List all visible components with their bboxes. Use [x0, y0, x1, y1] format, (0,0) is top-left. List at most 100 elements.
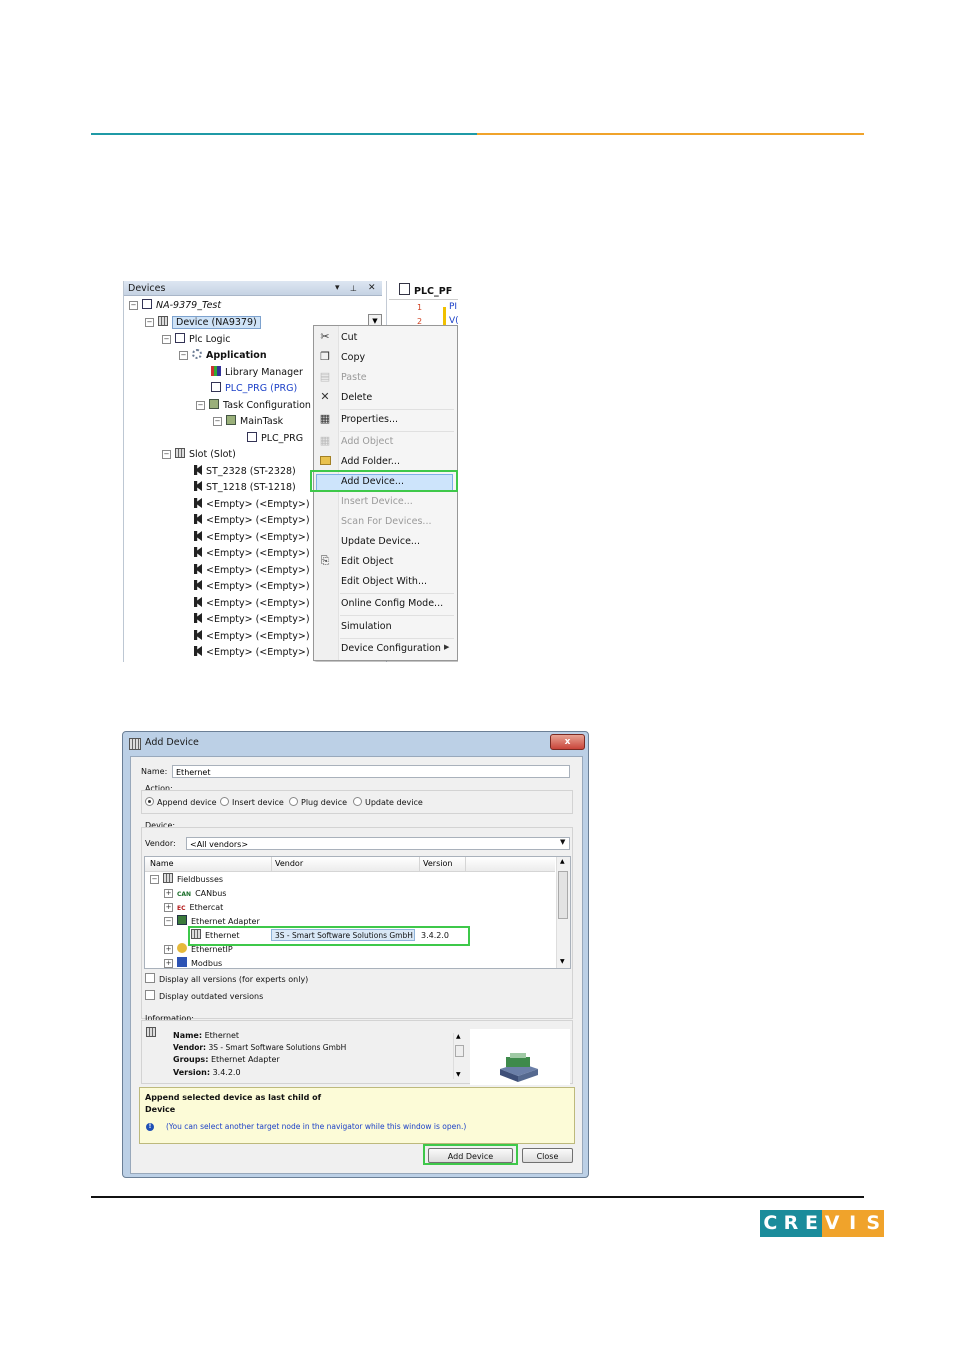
column-header-version[interactable]: Version [423, 857, 452, 871]
tree-node-slot-item[interactable]: <Empty> (<Empty>) [194, 645, 310, 660]
tree-node-slot[interactable]: − Slot (Slot) [162, 447, 236, 462]
tree-node-slot-item[interactable]: <Empty> (<Empty>) [194, 579, 310, 594]
edit-object-icon: ⎘ [320, 554, 330, 567]
tree-node-task-configuration[interactable]: − Task Configuration [196, 398, 311, 413]
radio-append-device[interactable]: Append device [145, 797, 217, 807]
program-call-icon [247, 432, 257, 442]
tree-node-task-plc-prg[interactable]: PLC_PRG [247, 431, 303, 446]
tree-node-slot-item[interactable]: <Empty> (<Empty>) [194, 546, 310, 561]
checkbox[interactable] [145, 990, 155, 1000]
collapse-icon[interactable]: − [162, 450, 171, 459]
device-illustration-icon [500, 1053, 538, 1082]
vendor-select[interactable]: <All vendors> [186, 837, 570, 850]
expand-icon[interactable]: + [164, 903, 173, 912]
close-button[interactable]: Close [522, 1148, 573, 1163]
collapse-icon[interactable]: − [196, 401, 205, 410]
column-divider [465, 857, 466, 871]
expand-icon[interactable]: + [164, 959, 173, 968]
collapse-icon[interactable]: − [129, 301, 138, 310]
radio-insert-device[interactable]: Insert device [220, 797, 284, 807]
empty-slot-icon [194, 613, 202, 623]
code-line[interactable]: PI [449, 302, 457, 312]
menu-item-simulation[interactable]: Simulation [341, 620, 392, 634]
scroll-thumb[interactable] [455, 1045, 464, 1057]
scroll-down-icon[interactable]: ▼ [456, 1071, 461, 1078]
tree-node-slot-item[interactable]: <Empty> (<Empty>) [194, 513, 310, 528]
collapse-icon[interactable]: − [145, 318, 154, 327]
collapse-icon[interactable]: − [150, 875, 159, 884]
checkbox[interactable] [145, 973, 155, 983]
scroll-up-icon[interactable]: ▲ [560, 858, 565, 865]
tree-label: Library Manager [225, 367, 303, 378]
tree-label: Application [206, 350, 267, 361]
radio-button[interactable] [145, 797, 154, 806]
menu-item-cut[interactable]: Cut [341, 331, 357, 345]
tree-node-slot-item[interactable]: ST_2328 (ST-2328) [194, 464, 296, 479]
tree-node-main-task[interactable]: − MainTask [213, 414, 283, 429]
scroll-down-icon[interactable]: ▼ [560, 958, 565, 965]
tree-node-slot-item[interactable]: <Empty> (<Empty>) [194, 629, 310, 644]
radio-plug-device[interactable]: Plug device [289, 797, 347, 807]
menu-item-scan-for-devices[interactable]: Scan For Devices... [341, 515, 431, 529]
close-icon[interactable]: ✕ [368, 281, 376, 296]
chevron-down-icon[interactable]: ▼ [560, 838, 565, 846]
list-item-ethercat[interactable]: + EC Ethercat [164, 901, 223, 915]
radio-update-device[interactable]: Update device [353, 797, 423, 807]
copy-icon: ❐ [320, 350, 330, 363]
list-item-fieldbusses[interactable]: − Fieldbusses [150, 873, 223, 887]
list-item-modbus[interactable]: + Modbus [164, 957, 222, 968]
info-icon: ! [146, 1123, 154, 1131]
list-scrollbar[interactable]: ▲ ▼ [556, 857, 570, 968]
menu-item-edit-object-with[interactable]: Edit Object With... [341, 575, 427, 589]
tree-node-slot-item[interactable]: <Empty> (<Empty>) [194, 612, 310, 627]
editor-tab[interactable]: PLC_PF [389, 283, 458, 300]
collapse-icon[interactable]: − [213, 417, 222, 426]
tree-node-slot-item[interactable]: <Empty> (<Empty>) [194, 530, 310, 545]
menu-item-insert-device[interactable]: Insert Device... [341, 495, 413, 509]
name-field[interactable]: Ethernet [172, 765, 570, 778]
tree-node-application[interactable]: − Application [179, 348, 267, 363]
tree-node-library-manager[interactable]: Library Manager [211, 365, 303, 380]
radio-button[interactable] [220, 797, 229, 806]
collapse-icon[interactable]: − [179, 351, 188, 360]
menu-item-edit-object[interactable]: Edit Object [341, 555, 393, 569]
tree-node-slot-item[interactable]: <Empty> (<Empty>) [194, 563, 310, 578]
column-header-name[interactable]: Name [150, 857, 174, 871]
radio-button[interactable] [353, 797, 362, 806]
tree-label: <Empty> (<Empty>) [206, 532, 310, 543]
menu-item-add-folder[interactable]: Add Folder... [341, 455, 400, 469]
collapse-icon[interactable]: − [164, 917, 173, 926]
collapse-icon[interactable]: − [162, 335, 171, 344]
tree-node-plc-logic[interactable]: − Plc Logic [162, 332, 230, 347]
info-scrollbar[interactable]: ▲ ▼ [453, 1033, 465, 1079]
checkbox-all-versions[interactable]: Display all versions (for experts only) [145, 973, 308, 984]
dialog-icon [129, 738, 141, 750]
column-header-vendor[interactable]: Vendor [275, 857, 303, 871]
list-item-canbus[interactable]: + CAN CANbus [164, 887, 226, 901]
menu-item-online-config-mode[interactable]: Online Config Mode... [341, 597, 443, 611]
column-divider [419, 857, 420, 871]
scroll-thumb[interactable] [558, 871, 568, 919]
menu-item-device-configuration[interactable]: Device Configuration [341, 642, 441, 656]
dropdown-arrow-icon[interactable]: ▾ [335, 281, 340, 296]
tree-node-plc-prg[interactable]: PLC_PRG (PRG) [211, 381, 297, 396]
library-icon [211, 366, 221, 376]
menu-item-add-object[interactable]: Add Object [341, 435, 393, 449]
radio-button[interactable] [289, 797, 298, 806]
tree-node-slot-item[interactable]: <Empty> (<Empty>) [194, 497, 310, 512]
menu-item-update-device[interactable]: Update Device... [341, 535, 420, 549]
scroll-up-icon[interactable]: ▲ [456, 1033, 461, 1040]
menu-item-delete[interactable]: Delete [341, 391, 372, 405]
tree-node-project[interactable]: − NA-9379_Test [129, 298, 221, 313]
expand-icon[interactable]: + [164, 945, 173, 954]
menu-item-properties[interactable]: Properties... [341, 413, 398, 427]
menu-item-copy[interactable]: Copy [341, 351, 365, 365]
checkbox-outdated-versions[interactable]: Display outdated versions [145, 990, 263, 1001]
close-icon[interactable]: x [550, 734, 585, 750]
tree-node-device[interactable]: − Device (NA9379) [145, 315, 261, 330]
expand-icon[interactable]: + [164, 889, 173, 898]
tree-node-slot-item[interactable]: <Empty> (<Empty>) [194, 596, 310, 611]
pin-icon[interactable]: ⊥ [350, 281, 357, 296]
menu-item-paste[interactable]: Paste [341, 371, 367, 385]
tree-node-slot-item[interactable]: ST_1218 (ST-1218) [194, 480, 296, 495]
